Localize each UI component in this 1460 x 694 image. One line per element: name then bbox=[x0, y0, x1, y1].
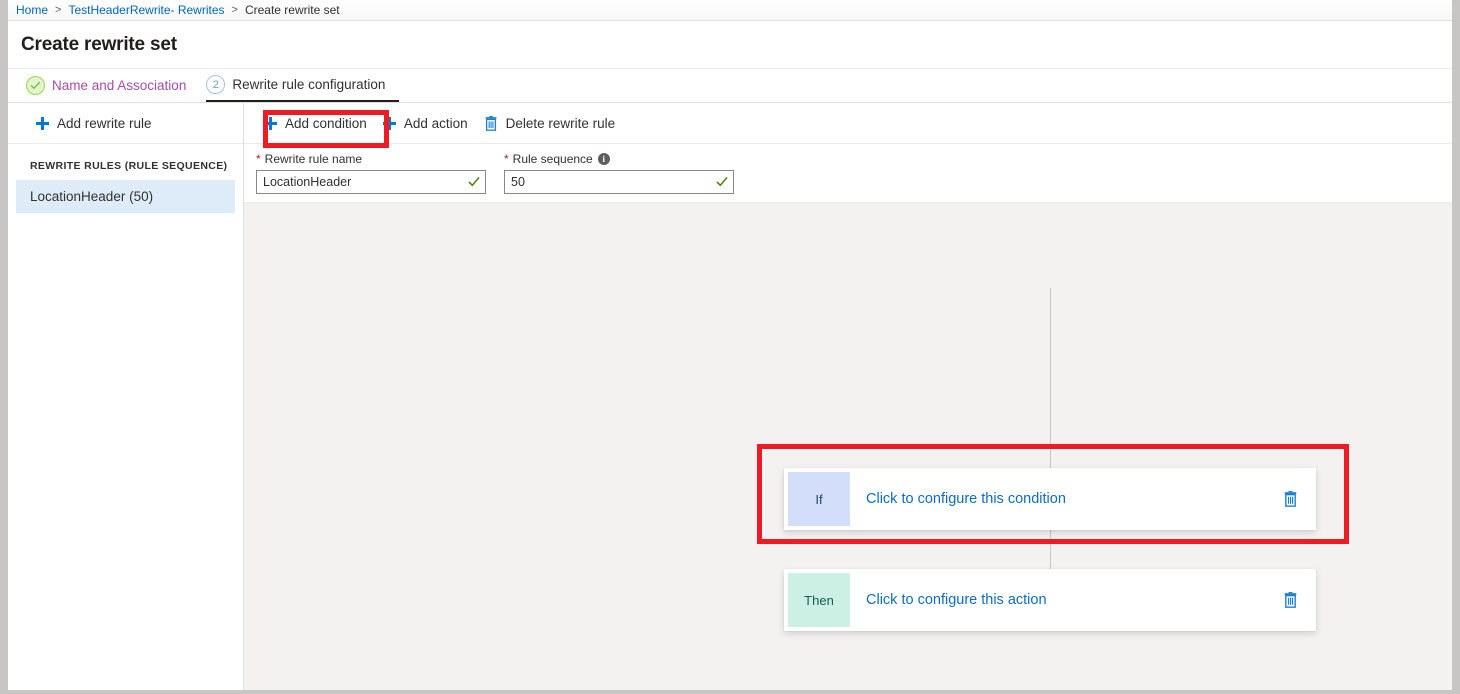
rewrite-rule-name-input-wrap bbox=[256, 170, 486, 194]
rewrite-rule-name-input[interactable] bbox=[257, 171, 485, 193]
rule-sequence-field: * Rule sequence i bbox=[504, 152, 734, 202]
rule-list-item-label: LocationHeader (50) bbox=[30, 189, 153, 204]
condition-card[interactable]: If Click to configure this condition bbox=[784, 468, 1316, 530]
rule-editor-pane: Add condition Add action bbox=[244, 103, 1452, 690]
rules-list-header: REWRITE RULES (RULE SEQUENCE) bbox=[8, 144, 243, 180]
wizard-step-label: Name and Association bbox=[52, 78, 186, 93]
rule-sequence-input[interactable] bbox=[505, 171, 733, 193]
plus-icon bbox=[383, 117, 396, 130]
page-title: Create rewrite set bbox=[21, 34, 177, 56]
field-label-text: Rule sequence bbox=[513, 152, 593, 166]
rule-fields-row: * Rewrite rule name * bbox=[244, 144, 1452, 203]
plus-icon bbox=[264, 117, 277, 130]
add-action-label: Add action bbox=[404, 116, 468, 131]
rule-list-item-locationheader[interactable]: LocationHeader (50) bbox=[16, 180, 235, 213]
delete-rewrite-rule-button[interactable]: Delete rewrite rule bbox=[478, 112, 622, 135]
check-icon bbox=[26, 76, 45, 95]
breadcrumb-item-current: Create rewrite set bbox=[245, 3, 340, 17]
wizard-steps: Name and Association 2 Rewrite rule conf… bbox=[8, 69, 1452, 103]
breadcrumb: Home > TestHeaderRewrite- Rewrites > Cre… bbox=[8, 0, 1452, 21]
wizard-step-rewrite-rule-configuration[interactable]: 2 Rewrite rule configuration bbox=[206, 69, 399, 102]
rewrite-rule-name-label: * Rewrite rule name bbox=[256, 152, 486, 166]
condition-badge: If bbox=[788, 472, 850, 526]
delete-rewrite-rule-label: Delete rewrite rule bbox=[506, 116, 616, 131]
add-condition-label: Add condition bbox=[285, 116, 367, 131]
body-split: Add rewrite rule REWRITE RULES (RULE SEQ… bbox=[8, 103, 1452, 690]
rule-sequence-label: * Rule sequence i bbox=[504, 152, 734, 166]
add-action-button[interactable]: Add action bbox=[377, 112, 474, 135]
rewrite-rule-name-field: * Rewrite rule name bbox=[256, 152, 486, 202]
required-marker: * bbox=[504, 153, 509, 165]
rules-list-pane: Add rewrite rule REWRITE RULES (RULE SEQ… bbox=[8, 103, 244, 690]
delete-action-trash-icon[interactable] bbox=[1283, 592, 1298, 608]
action-badge: Then bbox=[788, 573, 850, 627]
rule-canvas: If Click to configure this condition bbox=[244, 203, 1452, 690]
configure-action-link[interactable]: Click to configure this action bbox=[866, 592, 1283, 608]
blade-container: Home > TestHeaderRewrite- Rewrites > Cre… bbox=[8, 0, 1452, 690]
plus-icon bbox=[36, 117, 49, 130]
valid-check-icon bbox=[468, 176, 480, 188]
wizard-step-name-and-association[interactable]: Name and Association bbox=[26, 69, 200, 102]
required-marker: * bbox=[256, 153, 261, 165]
add-rewrite-rule-button[interactable]: Add rewrite rule bbox=[30, 112, 158, 135]
configure-condition-link[interactable]: Click to configure this condition bbox=[866, 491, 1283, 507]
delete-condition-trash-icon[interactable] bbox=[1283, 491, 1298, 507]
breadcrumb-separator: > bbox=[232, 4, 238, 16]
wizard-step-label: Rewrite rule configuration bbox=[232, 77, 385, 92]
add-condition-button[interactable]: Add condition bbox=[258, 112, 373, 135]
left-toolbar: Add rewrite rule bbox=[8, 103, 243, 144]
breadcrumb-separator: > bbox=[55, 4, 61, 16]
title-bar: Create rewrite set bbox=[8, 21, 1452, 69]
valid-check-icon bbox=[716, 176, 728, 188]
trash-icon bbox=[484, 116, 498, 131]
rule-sequence-input-wrap bbox=[504, 170, 734, 194]
step-number-badge: 2 bbox=[206, 75, 225, 94]
field-label-text: Rewrite rule name bbox=[265, 152, 362, 166]
breadcrumb-item-home[interactable]: Home bbox=[16, 3, 48, 17]
info-icon[interactable]: i bbox=[598, 153, 610, 165]
rule-editor-toolbar: Add condition Add action bbox=[244, 103, 1452, 144]
action-card[interactable]: Then Click to configure this action bbox=[784, 569, 1316, 631]
breadcrumb-item-rewrites[interactable]: TestHeaderRewrite- Rewrites bbox=[68, 3, 224, 17]
add-rewrite-rule-label: Add rewrite rule bbox=[57, 116, 152, 131]
